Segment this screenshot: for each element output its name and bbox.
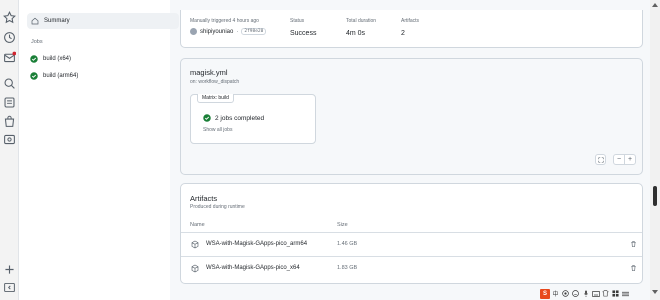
workflow-graph-card: magisk.yml on: workflow_dispatch Matrix:… xyxy=(180,58,643,175)
games-icon[interactable] xyxy=(3,133,16,146)
artifacts-subtitle: Produced during runtime xyxy=(190,204,245,210)
ime-toolbar: S 中 xyxy=(540,287,660,300)
duration-value: 4m 0s xyxy=(346,30,366,37)
ime-logo-icon[interactable]: S xyxy=(540,288,550,299)
browser-side-rail xyxy=(0,0,19,300)
jobs-heading: Jobs xyxy=(31,39,43,45)
punctuation-icon[interactable] xyxy=(561,289,570,298)
jobs-completed-row[interactable]: 2 jobs completed xyxy=(203,114,264,122)
artifact-name-link[interactable]: WSA-with-Magisk-GApps-pico_arm64 xyxy=(206,241,307,247)
scrollbar-thumb[interactable] xyxy=(653,186,657,206)
collapse-sidebar-icon[interactable] xyxy=(3,281,16,294)
menu-icon[interactable] xyxy=(621,289,630,298)
zoom-out-button[interactable]: − xyxy=(614,155,625,164)
sidebar-item-job-x64[interactable]: build (x64) xyxy=(30,51,71,67)
shopping-bag-icon[interactable] xyxy=(3,115,16,128)
success-check-icon xyxy=(30,55,38,63)
fullscreen-button[interactable] xyxy=(595,154,606,165)
trash-icon[interactable] xyxy=(630,240,637,248)
microphone-icon[interactable] xyxy=(581,289,590,298)
duration-info: Total duration 4m 0s xyxy=(346,18,376,37)
success-check-icon xyxy=(203,114,211,122)
matrix-box: Matrix: build 2 jobs completed Show all … xyxy=(190,94,316,144)
artifacts-count-value[interactable]: 2 xyxy=(401,30,419,37)
ime-mode-toggle[interactable]: 中 xyxy=(551,289,560,298)
zoom-in-button[interactable]: + xyxy=(625,155,635,164)
scroll-up-icon[interactable] xyxy=(652,3,658,7)
toolbox-icon[interactable] xyxy=(611,289,620,298)
search-icon[interactable] xyxy=(3,77,16,90)
collections-icon[interactable] xyxy=(3,96,16,109)
home-icon xyxy=(31,17,39,25)
artifacts-count-label: Artifacts xyxy=(401,18,420,24)
artifact-name-link[interactable]: WSA-with-Magisk-GApps-pico_x64 xyxy=(206,265,300,271)
artifacts-card: Artifacts Produced during runtime Name S… xyxy=(180,183,643,284)
jobs-completed-text: 2 jobs completed xyxy=(215,114,265,122)
artifact-size: 1.83 GB xyxy=(337,265,358,271)
actor-row: shipiyouniao · 2f98e20 xyxy=(190,28,267,35)
success-check-icon xyxy=(30,72,38,80)
matrix-label: Matrix: build xyxy=(197,94,234,103)
star-icon[interactable] xyxy=(3,11,16,24)
status-value: Success xyxy=(290,30,317,37)
artifacts-count-info: Artifacts 2 xyxy=(401,18,419,37)
skin-icon[interactable] xyxy=(601,289,610,298)
fullscreen-icon xyxy=(597,156,604,163)
sidebar-item-job-arm64[interactable]: build (arm64) xyxy=(30,68,78,84)
sidebar-item-summary[interactable]: Summary xyxy=(27,13,179,29)
avatar[interactable] xyxy=(190,28,197,35)
emoji-icon[interactable] xyxy=(571,289,580,298)
table-row: WSA-with-Magisk-GApps-pico_x64 1.83 GB xyxy=(181,257,642,281)
commit-link[interactable]: 2f98e20 xyxy=(241,28,267,35)
sidebar-item-label: Summary xyxy=(44,18,70,24)
zoom-controls: − + xyxy=(613,154,636,165)
workflow-file-name[interactable]: magisk.yml xyxy=(190,68,228,77)
sidebar-item-label: build (arm64) xyxy=(43,73,79,79)
add-icon[interactable] xyxy=(3,263,16,276)
run-sidebar: Summary Jobs build (x64) build (arm64) xyxy=(19,0,179,300)
show-all-jobs-link[interactable]: Show all jobs xyxy=(203,127,232,133)
artifacts-title: Artifacts xyxy=(190,194,218,203)
trigger-info: Manually triggered 4 hours ago shipiyoun… xyxy=(190,18,267,35)
run-meta-card: Manually triggered 4 hours ago shipiyoun… xyxy=(180,10,643,48)
trigger-label: Manually triggered 4 hours ago xyxy=(190,18,259,24)
duration-label: Total duration xyxy=(346,18,377,24)
mail-icon[interactable] xyxy=(3,51,16,64)
status-label: Status xyxy=(290,18,305,24)
workflow-trigger: on: workflow_dispatch xyxy=(190,79,240,85)
artifact-size: 1.46 GB xyxy=(337,241,358,247)
sidebar-item-label: build (x64) xyxy=(43,56,72,62)
page-scrollbar[interactable] xyxy=(650,0,660,300)
package-icon xyxy=(191,264,199,273)
status-info: Status Success xyxy=(290,18,316,37)
actor-link[interactable]: shipiyouniao xyxy=(200,29,233,35)
run-main: Manually triggered 4 hours ago shipiyoun… xyxy=(170,0,650,300)
history-icon[interactable] xyxy=(3,31,16,44)
col-size-header: Size xyxy=(337,222,348,228)
table-row: WSA-with-Magisk-GApps-pico_arm64 1.46 GB xyxy=(181,233,642,257)
trash-icon[interactable] xyxy=(630,264,637,272)
col-name-header: Name xyxy=(190,222,205,228)
package-icon xyxy=(191,240,199,249)
keyboard-icon[interactable] xyxy=(591,289,600,298)
